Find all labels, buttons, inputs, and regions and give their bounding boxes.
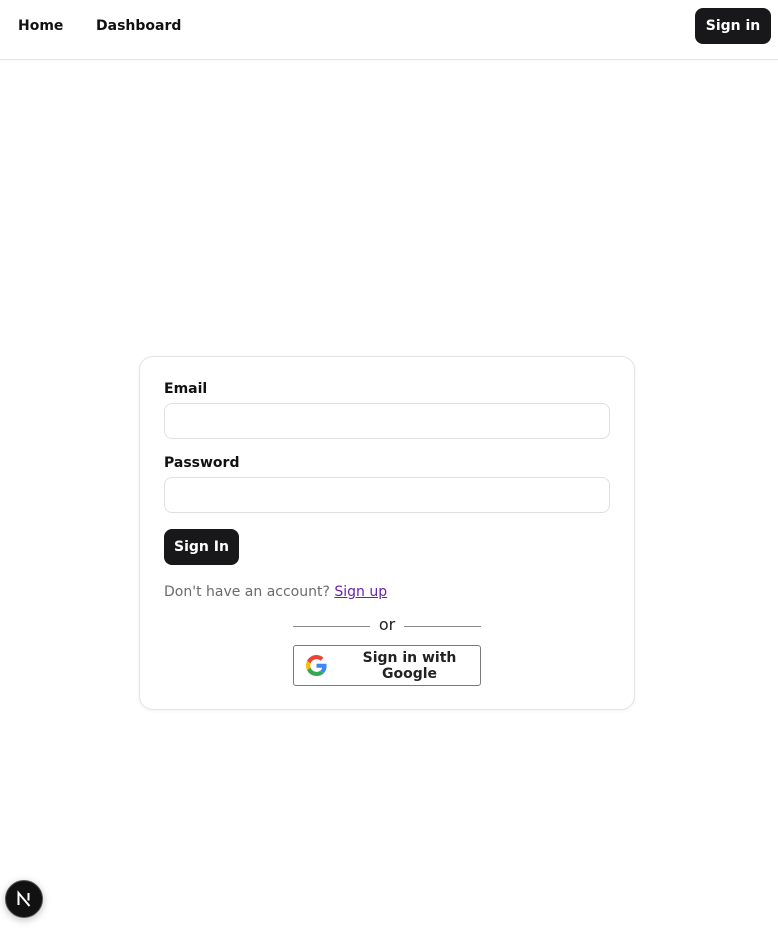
signin-card: Email Password Sign In Don't have an acc… [139,356,635,710]
top-navbar: Home Dashboard Sign in [0,0,778,60]
signup-prompt-row: Don't have an account? Sign up [164,583,387,601]
google-signin-button[interactable]: Sign in with Google [293,645,481,686]
divider-text: or [378,615,396,634]
nextjs-dev-badge[interactable] [5,880,43,918]
divider-line-right [404,626,481,627]
signup-link[interactable]: Sign up [334,584,387,600]
email-field[interactable] [164,403,610,439]
google-signin-label: Sign in with Google [362,649,457,682]
nav-link-dashboard[interactable]: Dashboard [96,17,181,35]
email-label: Email [164,381,208,397]
signin-submit-button[interactable]: Sign In [164,529,239,565]
header-signin-button[interactable]: Sign in [695,8,771,44]
google-g-icon [306,655,327,676]
or-divider: or [293,615,481,635]
password-field[interactable] [164,477,610,513]
nav-link-home[interactable]: Home [18,17,63,35]
signup-prompt-text: Don't have an account? [164,584,330,600]
password-label: Password [164,455,240,471]
nextjs-logo-icon [17,890,31,907]
